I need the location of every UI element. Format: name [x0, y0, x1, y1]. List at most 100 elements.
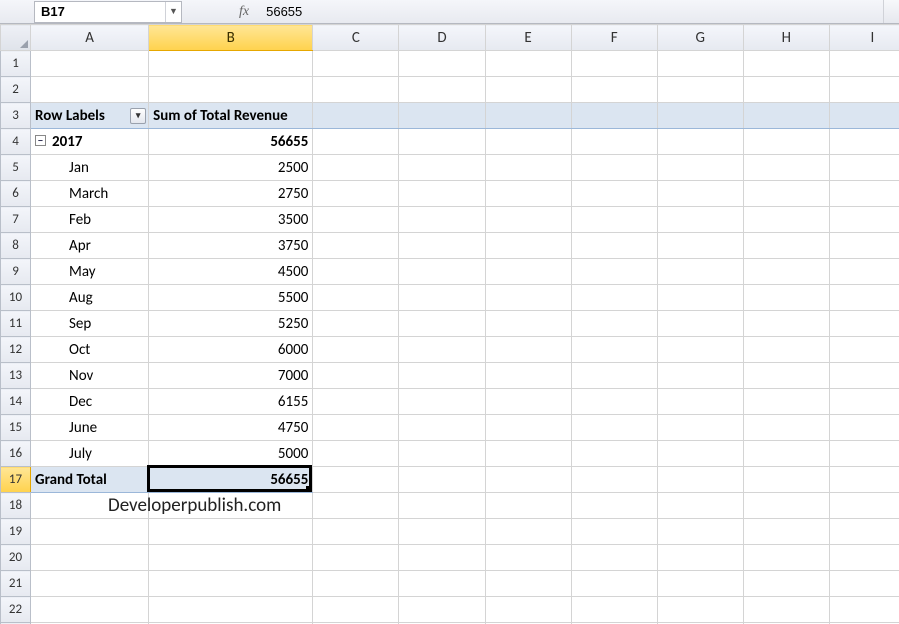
cell[interactable] [485, 597, 571, 623]
cell[interactable] [313, 597, 399, 623]
cell[interactable] [399, 259, 485, 285]
pivot-month-value[interactable]: 3500 [149, 207, 313, 233]
pivot-month-label[interactable]: Aug [31, 285, 149, 311]
row-header[interactable]: 16 [1, 441, 31, 467]
cell[interactable] [657, 363, 743, 389]
cell[interactable] [829, 207, 899, 233]
cell[interactable] [485, 233, 571, 259]
cell[interactable] [571, 233, 657, 259]
cell[interactable] [313, 103, 399, 129]
cell[interactable] [743, 233, 829, 259]
cell[interactable] [571, 545, 657, 571]
cell[interactable] [743, 467, 829, 493]
cell[interactable] [399, 181, 485, 207]
cell[interactable] [571, 441, 657, 467]
formula-input[interactable]: 56655 [262, 4, 562, 19]
cell[interactable] [485, 259, 571, 285]
row-header[interactable]: 21 [1, 571, 31, 597]
row-header[interactable]: 10 [1, 285, 31, 311]
cell[interactable] [743, 77, 829, 103]
cell[interactable] [31, 571, 149, 597]
row-header[interactable]: 11 [1, 311, 31, 337]
cell[interactable] [399, 337, 485, 363]
cell[interactable] [313, 181, 399, 207]
cell[interactable] [313, 441, 399, 467]
cell[interactable] [313, 155, 399, 181]
cell[interactable] [571, 493, 657, 519]
cell[interactable] [657, 545, 743, 571]
cell[interactable] [313, 545, 399, 571]
cell[interactable] [399, 233, 485, 259]
cell[interactable] [829, 363, 899, 389]
col-header-D[interactable]: D [399, 25, 485, 51]
cell[interactable] [313, 337, 399, 363]
cell[interactable] [571, 389, 657, 415]
cell[interactable] [149, 51, 313, 77]
fx-icon[interactable]: fx [236, 3, 252, 21]
row-header[interactable]: 9 [1, 259, 31, 285]
cell[interactable] [485, 129, 571, 155]
pivot-month-value[interactable]: 6155 [149, 389, 313, 415]
row-header[interactable]: 5 [1, 155, 31, 181]
cell[interactable] [31, 493, 149, 519]
cell[interactable] [743, 337, 829, 363]
cell[interactable] [743, 181, 829, 207]
cell[interactable] [485, 363, 571, 389]
cell[interactable] [829, 51, 899, 77]
pivot-rowlabels-header[interactable]: Row Labels▾ [31, 103, 149, 129]
cell[interactable] [829, 441, 899, 467]
cell[interactable] [399, 129, 485, 155]
cell[interactable] [485, 311, 571, 337]
cell[interactable] [657, 389, 743, 415]
cell[interactable] [399, 545, 485, 571]
cell[interactable] [485, 519, 571, 545]
cell[interactable] [743, 519, 829, 545]
cell[interactable] [829, 285, 899, 311]
cell[interactable] [571, 467, 657, 493]
cell[interactable] [743, 155, 829, 181]
cell[interactable] [657, 51, 743, 77]
cell[interactable] [485, 493, 571, 519]
cell[interactable] [829, 77, 899, 103]
cell[interactable] [657, 467, 743, 493]
cell[interactable] [31, 51, 149, 77]
formula-bar-expand[interactable] [883, 0, 899, 23]
cell[interactable] [313, 233, 399, 259]
row-header[interactable]: 15 [1, 415, 31, 441]
col-header-H[interactable]: H [743, 25, 829, 51]
cell[interactable] [485, 181, 571, 207]
cell[interactable] [743, 285, 829, 311]
row-header[interactable]: 1 [1, 51, 31, 77]
pivot-month-value[interactable]: 3750 [149, 233, 313, 259]
pivot-month-label[interactable]: Jan [31, 155, 149, 181]
pivot-month-label[interactable]: Apr [31, 233, 149, 259]
cell[interactable] [829, 311, 899, 337]
pivot-month-label[interactable]: March [31, 181, 149, 207]
col-header-G[interactable]: G [657, 25, 743, 51]
cell[interactable] [657, 103, 743, 129]
cell[interactable] [313, 129, 399, 155]
cell[interactable] [571, 311, 657, 337]
cell[interactable] [485, 51, 571, 77]
cell[interactable] [149, 493, 313, 519]
row-header[interactable]: 3 [1, 103, 31, 129]
cell[interactable] [829, 545, 899, 571]
cell[interactable] [657, 519, 743, 545]
cell[interactable] [657, 597, 743, 623]
cell[interactable] [657, 233, 743, 259]
pivot-month-label[interactable]: June [31, 415, 149, 441]
cell[interactable] [743, 597, 829, 623]
cell[interactable] [149, 545, 313, 571]
cell[interactable] [829, 181, 899, 207]
cell[interactable] [399, 285, 485, 311]
cell[interactable] [829, 129, 899, 155]
cell[interactable] [829, 259, 899, 285]
row-header[interactable]: 7 [1, 207, 31, 233]
select-all-corner[interactable] [1, 25, 31, 51]
cell[interactable] [829, 467, 899, 493]
pivot-month-label[interactable]: Nov [31, 363, 149, 389]
cell[interactable] [743, 571, 829, 597]
pivot-month-label[interactable]: May [31, 259, 149, 285]
cell[interactable] [657, 493, 743, 519]
cell[interactable] [399, 103, 485, 129]
